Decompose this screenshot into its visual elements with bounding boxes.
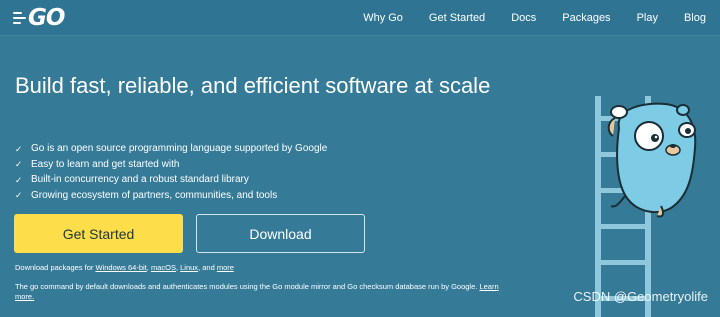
- gopher-ladder-illustration: [595, 96, 697, 317]
- csdn-watermark: CSDN @Geometryolife: [573, 289, 708, 304]
- download-windows-link[interactable]: Windows 64-bit: [95, 263, 146, 272]
- top-nav: GO Why Go Get Started Docs Packages Play…: [0, 0, 720, 36]
- check-icon: ✓: [15, 143, 23, 154]
- download-more-link[interactable]: more: [217, 263, 234, 272]
- feature-list: ✓ Go is an open source programming langu…: [15, 141, 327, 203]
- logo-text: GO: [28, 5, 65, 31]
- download-packages-line: Download packages for Windows 64-bit, ma…: [15, 263, 234, 272]
- feature-text: Go is an open source programming languag…: [31, 143, 328, 155]
- nav-get-started[interactable]: Get Started: [429, 12, 485, 24]
- nav-packages[interactable]: Packages: [562, 12, 610, 24]
- download-button[interactable]: Download: [196, 214, 365, 253]
- module-mirror-notice: The go command by default downloads and …: [15, 282, 505, 302]
- download-linux-link[interactable]: Linux: [180, 263, 198, 272]
- check-icon: ✓: [15, 190, 23, 200]
- check-icon: ✓: [15, 159, 23, 169]
- feature-item: ✓ Growing ecosystem of partners, communi…: [15, 188, 327, 204]
- feature-item: ✓ Go is an open source programming langu…: [15, 141, 327, 157]
- notice-text: The go command by default downloads and …: [15, 282, 478, 291]
- nav-why-go[interactable]: Why Go: [363, 12, 403, 24]
- gopher-icon: [607, 102, 697, 218]
- download-macos-link[interactable]: macOS: [151, 263, 176, 272]
- go-logo[interactable]: GO: [13, 5, 73, 31]
- feature-text: Easy to learn and get started with: [31, 158, 180, 170]
- speed-lines-icon: [13, 11, 26, 26]
- feature-item: ✓ Easy to learn and get started with: [15, 157, 327, 173]
- check-icon: ✓: [15, 174, 23, 185]
- and-text: , and: [198, 263, 215, 272]
- nav-menu: Why Go Get Started Docs Packages Play Bl…: [363, 0, 706, 36]
- get-started-button[interactable]: Get Started: [14, 214, 183, 253]
- feature-item: ✓ Built-in concurrency and a robust stan…: [15, 172, 327, 188]
- feature-text: Built-in concurrency and a robust standa…: [31, 174, 249, 186]
- download-prefix: Download packages for: [15, 263, 94, 272]
- nav-blog[interactable]: Blog: [684, 12, 706, 24]
- hero-title: Build fast, reliable, and efficient soft…: [15, 73, 491, 98]
- nav-play[interactable]: Play: [637, 12, 658, 24]
- nav-docs[interactable]: Docs: [511, 12, 536, 24]
- feature-text: Growing ecosystem of partners, communiti…: [31, 189, 278, 201]
